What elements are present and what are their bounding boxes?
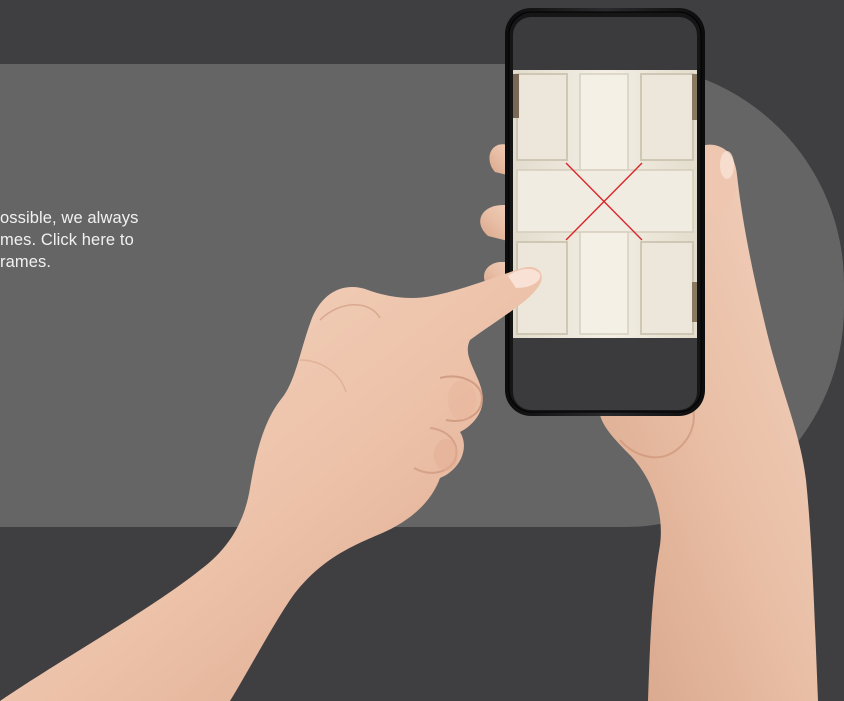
hands-holding-phone-illustration: [0, 8, 818, 701]
phone-screen: [513, 70, 697, 338]
smartphone: [505, 8, 705, 416]
left-hand: [0, 266, 542, 701]
hero-section: ossible, we always mes. Click here to ra…: [0, 0, 844, 701]
